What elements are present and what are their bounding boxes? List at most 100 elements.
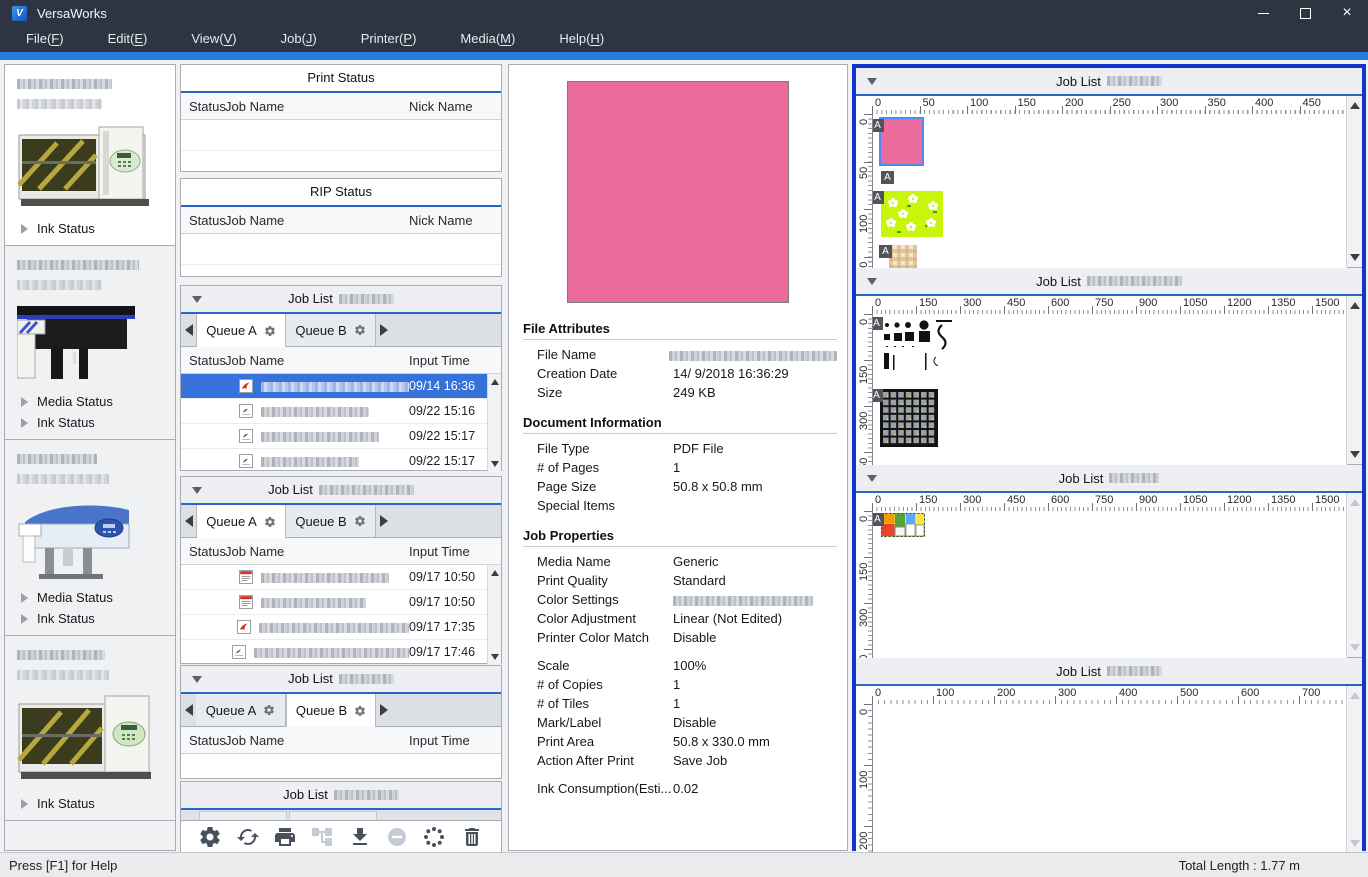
scroll-up-icon[interactable] [1350,499,1360,506]
processing-button[interactable] [420,825,448,853]
scroll-up-icon[interactable] [491,570,499,576]
vertical-scrollbar[interactable] [1346,493,1362,657]
vertical-scrollbar[interactable] [1346,686,1362,853]
printer-image [17,494,165,585]
menu-item-help[interactable]: Help(H) [537,26,626,52]
layout-canvas[interactable] [873,704,1347,853]
scroll-down-icon[interactable] [491,461,499,467]
printer-tile-4[interactable]: Ink Status [5,636,175,821]
layout-job-grid-image[interactable] [880,389,938,447]
queue-a-tab[interactable]: Queue A [196,505,286,538]
printer-tile-1[interactable]: Ink Status [5,65,175,246]
job-row[interactable]: 09/22 15:17 [181,424,501,449]
scroll-up-icon[interactable] [1350,102,1360,109]
import-button[interactable] [346,825,374,853]
scroll-down-icon[interactable] [491,654,499,660]
tabs-scroll-left-button[interactable] [181,505,196,537]
menu-item-media[interactable]: Media(M) [438,26,537,52]
vertical-ruler: 0150300450 [856,511,873,658]
queue-b-tab[interactable]: Queue B [286,505,376,537]
queue-a-tab[interactable]: Queue A [196,314,286,347]
scroll-up-icon[interactable] [1350,692,1360,699]
rip-status-panel-title: RIP Status [181,179,501,207]
job-letter-badge: A [873,119,884,132]
printer-tile-3[interactable]: Media StatusInk Status [5,440,175,636]
close-button[interactable]: × [1326,0,1368,26]
eps-file-icon [239,454,253,468]
printer-ink-status-link[interactable]: Ink Status [17,608,165,629]
printer-link-label: Ink Status [37,415,95,430]
remove-button[interactable] [383,825,411,853]
queue-settings-gear-icon[interactable] [354,515,366,527]
layout-job-testpattern-image[interactable] [880,317,980,377]
nest-button[interactable] [308,825,336,853]
job-list-queue-panel-4-collapsed[interactable]: Job List [180,781,502,809]
ruler-label: 300 [963,297,981,309]
job-row[interactable]: 09/17 17:46 [181,640,501,665]
collapse-triangle-icon[interactable] [867,475,877,482]
printer-ink-status-link[interactable]: Ink Status [17,412,165,433]
queue-b-tab[interactable]: Queue B [286,694,376,727]
delete-button[interactable] [458,825,486,853]
layout-canvas[interactable]: AAAA [873,114,1347,268]
scroll-up-icon[interactable] [1350,302,1360,309]
menu-item-printer[interactable]: Printer(P) [339,26,439,52]
job-row[interactable]: 09/17 17:35 [181,615,501,640]
print-button[interactable] [271,825,299,853]
vertical-scrollbar[interactable] [487,374,501,472]
collapse-triangle-icon[interactable] [192,676,202,683]
job-row[interactable]: 09/17 10:50 [181,565,501,590]
scroll-down-icon[interactable] [1350,644,1360,651]
menu-item-file[interactable]: File(F) [4,26,86,52]
rip-again-button[interactable] [234,825,262,853]
scroll-down-icon[interactable] [1350,451,1360,458]
collapse-triangle-icon[interactable] [192,487,202,494]
printer-media-status-link[interactable]: Media Status [17,587,165,608]
layout-job-color-rect[interactable] [881,119,922,164]
layout-job-nested-image[interactable] [881,513,925,537]
minimize-button[interactable] [1242,0,1284,26]
collapse-triangle-icon[interactable] [192,296,202,303]
tabs-scroll-right-button[interactable] [376,694,391,726]
layout-job-flower-image[interactable] [881,191,943,237]
scroll-down-icon[interactable] [1350,840,1360,847]
scroll-up-icon[interactable] [491,379,499,385]
vertical-scrollbar[interactable] [487,565,501,665]
menu-item-job[interactable]: Job(J) [259,26,339,52]
queue-b-tab[interactable]: Queue B [286,314,376,346]
printer-media-status-link[interactable]: Media Status [17,391,165,412]
menu-item-edit[interactable]: Edit(E) [86,26,170,52]
printer-ink-status-link[interactable]: Ink Status [17,793,165,814]
vertical-scrollbar[interactable] [1346,296,1362,464]
queue-settings-gear-icon[interactable] [354,324,366,336]
redacted-text [261,407,369,417]
layout-job-plaid-image[interactable] [889,245,917,268]
tabs-scroll-left-button[interactable] [181,694,196,726]
queue-settings-gear-icon[interactable] [263,704,275,716]
menu-item-view[interactable]: View(V) [169,26,258,52]
collapse-triangle-icon[interactable] [867,78,877,85]
printer-tile-2[interactable]: Media Status Ink Status [5,246,175,440]
job-row[interactable]: 09/22 15:17 [181,449,501,474]
detail-row: Size 249 KB [523,383,837,402]
queues-column: Print Status Status Job Name Nick Name R… [180,64,502,851]
layout-canvas[interactable]: AA [873,314,1347,465]
collapse-triangle-icon[interactable] [867,278,877,285]
vertical-scrollbar[interactable] [1346,96,1362,267]
tabs-scroll-left-button[interactable] [181,314,196,346]
queue-a-tab[interactable]: Queue A [196,694,286,726]
job-row[interactable]: 09/14 16:36 [181,374,501,399]
queue-settings-gear-icon[interactable] [264,516,276,528]
layout-canvas[interactable]: A [873,511,1347,658]
scroll-down-icon[interactable] [1350,254,1360,261]
maximize-button[interactable] [1284,0,1326,26]
tabs-scroll-right-button[interactable] [376,505,391,537]
queue-settings-gear-icon[interactable] [264,325,276,337]
job-row[interactable]: 09/17 10:50 [181,590,501,615]
tabs-scroll-right-button[interactable] [376,314,391,346]
settings-button[interactable] [196,825,224,853]
job-row[interactable]: 09/22 15:16 [181,399,501,424]
printer-ink-status-link[interactable]: Ink Status [17,218,165,239]
empty-row [181,120,501,151]
queue-settings-gear-icon[interactable] [354,705,366,717]
